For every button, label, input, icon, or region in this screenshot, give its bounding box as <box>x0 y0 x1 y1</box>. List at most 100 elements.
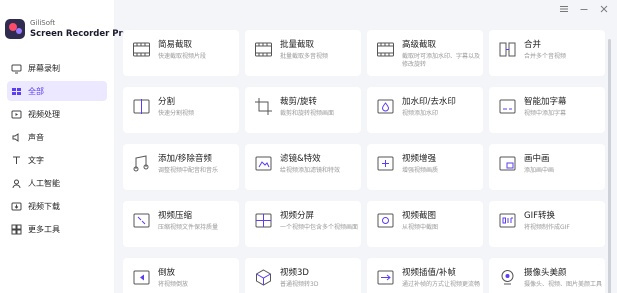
tool-card[interactable]: 批量截取 批量截取多音视频 <box>245 30 361 76</box>
compress-icon <box>132 211 151 230</box>
tool-card[interactable]: 摄像头美颜摄像头、视频、图片美颜工具 <box>489 258 605 293</box>
tool-card[interactable]: 分割 快速分割视频 <box>123 87 239 133</box>
sidebar-item-1[interactable]: 全部 <box>7 81 107 101</box>
screenshot-icon <box>376 211 395 230</box>
tool-card[interactable]: 视频压缩 压缩视频文件保持质量 <box>123 201 239 247</box>
tool-grid: 简易截取 快速截取视频片段 批量截取 批量截取多音视频 高级截取 截取时可添加水印、字幕以… <box>123 30 605 293</box>
sidebar-item-label: 文字 <box>28 155 44 165</box>
sidebar-item-label: 更多工具 <box>28 224 60 234</box>
sidebar-nav: 屏幕录制全部视频处理声音文字人工智能视频下载更多工具 <box>7 58 107 242</box>
tool-card[interactable]: 滤镜&特效给视频添加滤镜和特效 <box>245 144 361 190</box>
tool-card[interactable]: 视频3D 普通视频转3D <box>245 258 361 293</box>
tool-card-title: 视频3D <box>280 268 309 278</box>
film-icon <box>376 40 395 59</box>
split-icon <box>132 97 151 116</box>
monitor-icon <box>11 63 22 74</box>
tool-card-title: 智能加字幕 <box>524 97 567 107</box>
ai-icon <box>11 178 22 189</box>
film-icon <box>254 40 273 59</box>
tool-card-title: 视频插值/补帧 <box>402 268 456 278</box>
tool-card[interactable]: 视频分屏一个视频中包含多个视频画面 <box>245 201 361 247</box>
tool-card-title: 摄像头美颜 <box>524 268 567 278</box>
sidebar-item-label: 视频下载 <box>28 201 60 211</box>
sidebar-item-6[interactable]: 视频下载 <box>7 196 107 216</box>
subtitle-icon <box>498 97 517 116</box>
tool-card-title: 合并 <box>524 40 542 50</box>
sidebar-item-4[interactable]: 文字 <box>7 150 107 170</box>
sidebar-item-label: 视频处理 <box>28 109 60 119</box>
tool-card-title: 视频压缩 <box>158 211 193 221</box>
tool-card-description: 将视频倒放 <box>158 281 189 288</box>
gif-icon <box>498 211 517 230</box>
sidebar-item-0[interactable]: 屏幕录制 <box>7 58 107 78</box>
tools-icon <box>11 224 22 235</box>
tool-card-description: 增强视频画质 <box>402 167 439 174</box>
tool-card-title: 分割 <box>158 97 176 107</box>
filter-icon <box>254 154 273 173</box>
tool-card-title: 倒放 <box>158 268 176 278</box>
sidebar-item-5[interactable]: 人工智能 <box>7 173 107 193</box>
tool-card-description: 视频添加水印 <box>402 110 439 117</box>
scrollbar[interactable] <box>608 39 611 293</box>
tool-card[interactable]: 简易截取 快速截取视频片段 <box>123 30 239 76</box>
tool-card-title: 画中画 <box>524 154 550 164</box>
sidebar-item-label: 人工智能 <box>28 178 60 188</box>
tool-card-title: 视频分屏 <box>280 211 315 221</box>
film-icon <box>132 40 151 59</box>
watermark-icon <box>376 97 395 116</box>
tool-card[interactable]: 合并 合并多个音视频 <box>489 30 605 76</box>
tool-card[interactable]: GIF转换 将视频制作成GIF <box>489 201 605 247</box>
sidebar-item-2[interactable]: 视频处理 <box>7 104 107 124</box>
tool-card-description: 批量截取多音视频 <box>280 53 329 60</box>
minimize-icon[interactable] <box>579 4 589 14</box>
tool-card-description: 摄像头、视频、图片美颜工具 <box>524 281 603 288</box>
close-icon[interactable] <box>599 4 609 14</box>
tool-card-description: 截取时可添加水印、字幕以及修改旋转 <box>402 53 481 68</box>
tool-card-description: 一个视频中包含多个视频画面 <box>280 224 359 231</box>
tool-card-title: GIF转换 <box>524 211 555 221</box>
folder-icon <box>11 86 22 97</box>
tool-card-title: 高级截取 <box>402 40 437 50</box>
video-process-icon <box>11 109 22 120</box>
tool-card[interactable]: 画中画 添加画中画 <box>489 144 605 190</box>
tool-card-description: 调整视频中配音和音乐 <box>158 167 219 174</box>
merge-icon <box>498 40 517 59</box>
tool-card-description: 添加画中画 <box>524 167 555 174</box>
tool-card[interactable]: 倒放 将视频倒放 <box>123 258 239 293</box>
sidebar-item-7[interactable]: 更多工具 <box>7 219 107 239</box>
tool-card[interactable]: 高级截取截取时可添加水印、字幕以及修改旋转 <box>367 30 483 76</box>
text-icon <box>11 155 22 166</box>
tool-card-title: 视频增强 <box>402 154 437 164</box>
main-content: 简易截取 快速截取视频片段 批量截取 批量截取多音视频 高级截取 截取时可添加水印、字幕以… <box>114 19 617 293</box>
tool-card-title: 滤镜&特效 <box>280 154 321 164</box>
sidebar-item-3[interactable]: 声音 <box>7 127 107 147</box>
menu-icon[interactable] <box>559 4 569 14</box>
enhance-icon <box>376 154 395 173</box>
sidebar: GiliSoft Screen Recorder Pro 屏幕录制 全部 视频处理声… <box>0 0 129 293</box>
tool-card[interactable]: 添加/移除音频 调整视频中配音和音乐 <box>123 144 239 190</box>
tool-card-description: 普通视频转3D <box>280 281 319 288</box>
tool-card-description: 给视频添加滤镜和特效 <box>280 167 341 174</box>
tool-card-description: 快速截取视频片段 <box>158 53 207 60</box>
pip-icon <box>498 154 517 173</box>
tool-card[interactable]: 智能加字幕视频中添加字幕 <box>489 87 605 133</box>
tool-card-description: 从视频中截图 <box>402 224 439 231</box>
tool-card-description: 视频中添加字幕 <box>524 110 567 117</box>
reverse-icon <box>132 268 151 287</box>
interpolate-icon <box>376 268 395 287</box>
sound-icon <box>11 132 22 143</box>
audio-icon <box>132 154 151 173</box>
tool-card-title: 添加/移除音频 <box>158 154 212 164</box>
tool-card[interactable]: 视频增强增强视频画质 <box>367 144 483 190</box>
tool-card-description: 合并多个音视频 <box>524 53 567 60</box>
tool-card[interactable]: 视频截图 从视频中截图 <box>367 201 483 247</box>
splitscreen-icon <box>254 211 273 230</box>
tool-card[interactable]: 加水印/去水印 视频添加水印 <box>367 87 483 133</box>
tool-card[interactable]: 视频插值/补帧 通过补帧的方式让视频更流畅 <box>367 258 483 293</box>
sidebar-item-label: 全部 <box>28 86 44 96</box>
tool-card-title: 裁剪/旋转 <box>280 97 317 107</box>
tool-card[interactable]: 裁剪/旋转 裁剪和旋转视频画面 <box>245 87 361 133</box>
sidebar-item-label: 声音 <box>28 132 44 142</box>
tool-card-title: 加水印/去水印 <box>402 97 456 107</box>
tool-card-description: 快速分割视频 <box>158 110 195 117</box>
